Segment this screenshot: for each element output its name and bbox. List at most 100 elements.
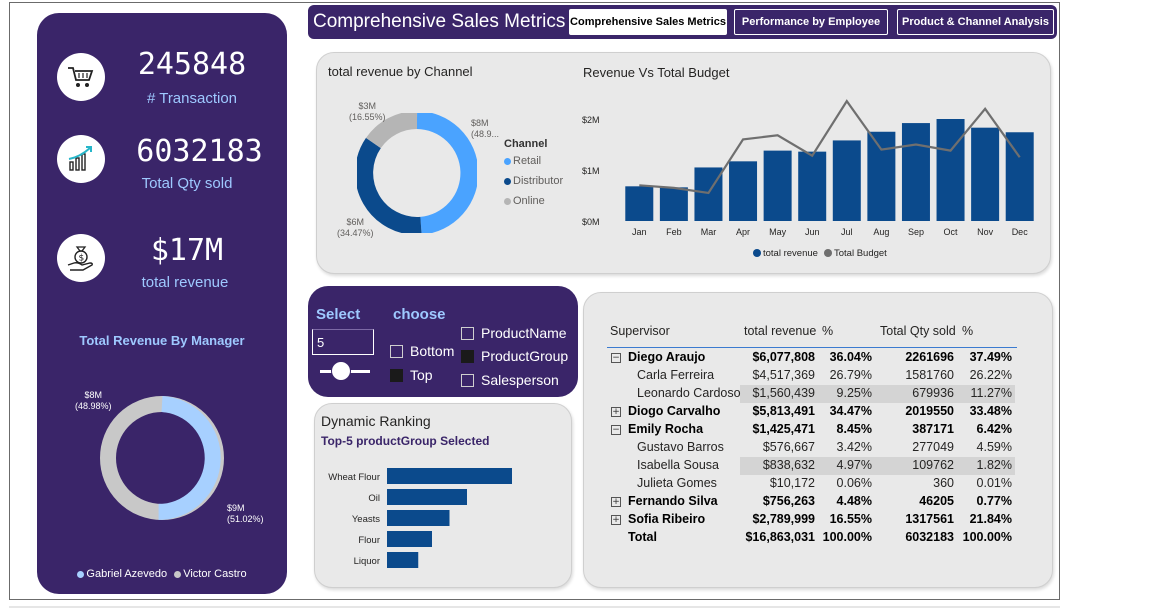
tab-performance-by-employee[interactable]: Performance by Employee (734, 9, 888, 35)
revenue-bar[interactable] (798, 151, 827, 221)
total-revenue-value: $17M (150, 233, 224, 268)
option-bottom[interactable]: Bottom (390, 343, 454, 359)
table-cell-qty: 387171 (912, 422, 954, 436)
expand-icon[interactable]: + (611, 407, 621, 417)
x-tick-label: Jul (841, 227, 853, 237)
ranking-category-label: Oil (368, 493, 380, 504)
money-bag-hand-icon: $ (57, 234, 105, 282)
table-cell-name: Julieta Gomes (637, 476, 717, 490)
checkbox-productgroup[interactable] (461, 349, 474, 363)
ranking-bar[interactable] (387, 510, 450, 526)
ranking-bar[interactable] (387, 489, 467, 505)
collapse-icon[interactable]: − (611, 353, 621, 363)
revenue-bar[interactable] (867, 131, 896, 221)
manager-donut-chart (100, 396, 224, 520)
option-productname[interactable]: ProductName (461, 325, 567, 341)
table-header[interactable]: % (962, 324, 973, 338)
option-salesperson[interactable]: Salesperson (461, 372, 559, 388)
collapse-icon[interactable]: − (611, 425, 621, 435)
checkbox-top[interactable] (390, 368, 403, 382)
legend-victor-castro[interactable]: Victor Castro (183, 568, 246, 580)
manager-legend: Gabriel Azevedo Victor Castro (37, 568, 287, 580)
expand-icon[interactable]: + (611, 515, 621, 525)
legend-total-budget[interactable]: Total Budget (834, 248, 887, 259)
revenue-bar[interactable] (971, 127, 1000, 221)
revenue-bar[interactable] (694, 167, 723, 221)
checkbox-productname[interactable] (461, 326, 474, 340)
page-title: Comprehensive Sales Metrics (313, 11, 566, 32)
expand-icon[interactable]: + (611, 497, 621, 507)
tab-comprehensive-sales-metrics[interactable]: Comprehensive Sales Metrics (569, 9, 727, 35)
revenue-bar[interactable] (936, 119, 965, 221)
table-cell-pct: 9.25% (836, 386, 872, 400)
legend-dot-distributor (504, 177, 511, 185)
x-tick-label: May (769, 227, 787, 237)
manager-slice-gabriel-azevedo[interactable] (158, 396, 221, 520)
table-cell-qty: 109762 (912, 458, 954, 472)
scrollbar-track[interactable] (9, 606, 1060, 608)
legend-dot-retail (504, 157, 511, 165)
revenue-bar[interactable] (659, 187, 688, 221)
channel-slice-distributor[interactable] (357, 137, 422, 233)
legend-total-revenue[interactable]: total revenue (763, 248, 818, 259)
channel-legend-title: Channel (504, 138, 548, 150)
revenue-bar[interactable] (625, 186, 654, 221)
table-cell-revenue: $576,667 (762, 440, 815, 454)
ranking-bar[interactable] (387, 531, 432, 547)
legend-retail-label: Retail (513, 155, 542, 167)
table-cell-revenue: $6,077,808 (752, 350, 815, 364)
top-n-slider-thumb[interactable] (331, 361, 351, 381)
x-tick-label: Nov (977, 227, 994, 237)
ranking-bar[interactable] (387, 552, 419, 568)
ranking-subtitle: Top-5 productGroup Selected (321, 434, 490, 448)
table-cell-qty: 1581760 (905, 368, 954, 382)
table-header[interactable]: total revenue (744, 324, 816, 338)
ranking-bar[interactable] (387, 468, 512, 484)
table-header[interactable]: % (822, 324, 833, 338)
dynamic-ranking-card: Dynamic Ranking Top-5 productGroup Selec… (314, 403, 572, 588)
table-cell-qpct: 21.84% (969, 512, 1012, 526)
revenue-bar[interactable] (729, 161, 758, 221)
table-cell-qty: 360 (933, 476, 954, 490)
revenue-bar[interactable] (901, 123, 930, 221)
manager-label-top-value: $8M (84, 390, 103, 400)
top-n-input[interactable]: 5 (312, 329, 374, 355)
table-cell-qty: 46205 (919, 494, 954, 508)
revenue-bar[interactable] (1005, 132, 1034, 221)
channel-slice-retail[interactable] (416, 113, 477, 233)
revenue-bar[interactable] (832, 140, 861, 221)
legend-retail[interactable]: Retail (504, 151, 563, 171)
table-cell-qpct: 6.42% (976, 422, 1012, 436)
table-cell-qpct: 11.27% (970, 386, 1012, 400)
checkbox-salesperson[interactable] (461, 373, 474, 387)
channel-donut-chart (357, 113, 477, 233)
checkbox-bottom[interactable] (390, 344, 403, 358)
table-cell-name: Leonardo Cardoso (637, 386, 741, 400)
option-top[interactable]: Top (390, 367, 433, 383)
revenue-bar[interactable] (763, 150, 792, 221)
table-cell-name: Sofia Ribeiro (628, 512, 706, 526)
table-header[interactable]: Supervisor (610, 324, 670, 338)
table-header[interactable]: Total Qty sold (880, 324, 956, 338)
channel-label-distributor-value: $6M (346, 217, 365, 227)
table-cell-name: Total (628, 530, 657, 544)
table-cell-qty: 277049 (912, 440, 954, 454)
kpi-panel: 245848 # Transaction 6032183 Total Qty s… (37, 13, 287, 594)
choose-label: choose (393, 306, 446, 323)
channel-label-distributor: $6M (34.47%) (337, 217, 374, 239)
option-salesperson-label: Salesperson (481, 372, 559, 388)
table-cell-pct: 36.04% (829, 350, 872, 364)
legend-gabriel-azevedo[interactable]: Gabriel Azevedo (86, 568, 167, 580)
table-cell-name: Carla Ferreira (637, 368, 715, 382)
y-tick-label: $1M (582, 166, 600, 176)
channel-slice-online[interactable] (365, 113, 418, 149)
legend-dot-gabriel (77, 570, 85, 578)
option-productgroup[interactable]: ProductGroup (461, 348, 568, 364)
manager-label-bottom-pct: (51.02%) (227, 514, 264, 524)
legend-online[interactable]: Online (504, 191, 563, 211)
x-tick-label: Apr (736, 227, 750, 237)
table-cell-revenue: $10,172 (769, 476, 815, 490)
legend-distributor[interactable]: Distributor (504, 171, 563, 191)
table-cell-pct: 8.45% (836, 422, 872, 436)
tab-product-channel-analysis[interactable]: Product & Channel Analysis (897, 9, 1054, 35)
